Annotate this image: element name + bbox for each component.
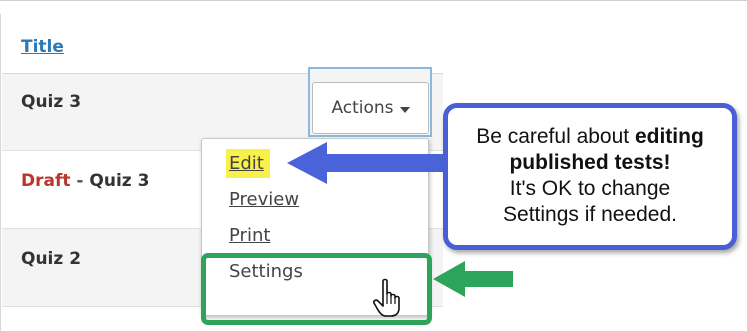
callout-line-1: Be careful about editing — [476, 125, 704, 148]
title-separator: - — [70, 171, 90, 191]
menu-item-print[interactable]: Print — [229, 225, 270, 246]
callout-line-3: It's OK to change — [509, 177, 671, 200]
title-column-header[interactable]: Title — [21, 37, 64, 57]
table-header-row: Title — [2, 14, 443, 74]
actions-button-label: Actions — [331, 98, 394, 118]
callout-line-4: Settings if needed. — [503, 203, 677, 226]
menu-item-preview[interactable]: Preview — [229, 189, 299, 210]
blue-arrow-icon — [287, 142, 453, 184]
pointer-hand-cursor-icon — [373, 278, 400, 317]
quiz-title[interactable]: Quiz 3 — [21, 92, 81, 112]
green-arrow-icon — [433, 261, 513, 297]
quiz-title[interactable]: Quiz 2 — [21, 249, 81, 269]
quiz-name: Quiz 3 — [89, 171, 150, 191]
callout-line-2: published tests! — [509, 151, 671, 174]
quiz-title[interactable]: Draft - Quiz 3 — [21, 171, 149, 191]
draft-label: Draft — [21, 171, 71, 191]
menu-item-edit[interactable]: Edit — [226, 149, 270, 178]
caret-down-icon — [399, 106, 410, 113]
actions-button[interactable]: Actions — [312, 82, 429, 134]
warning-callout: Be careful about editing published tests… — [443, 103, 737, 250]
